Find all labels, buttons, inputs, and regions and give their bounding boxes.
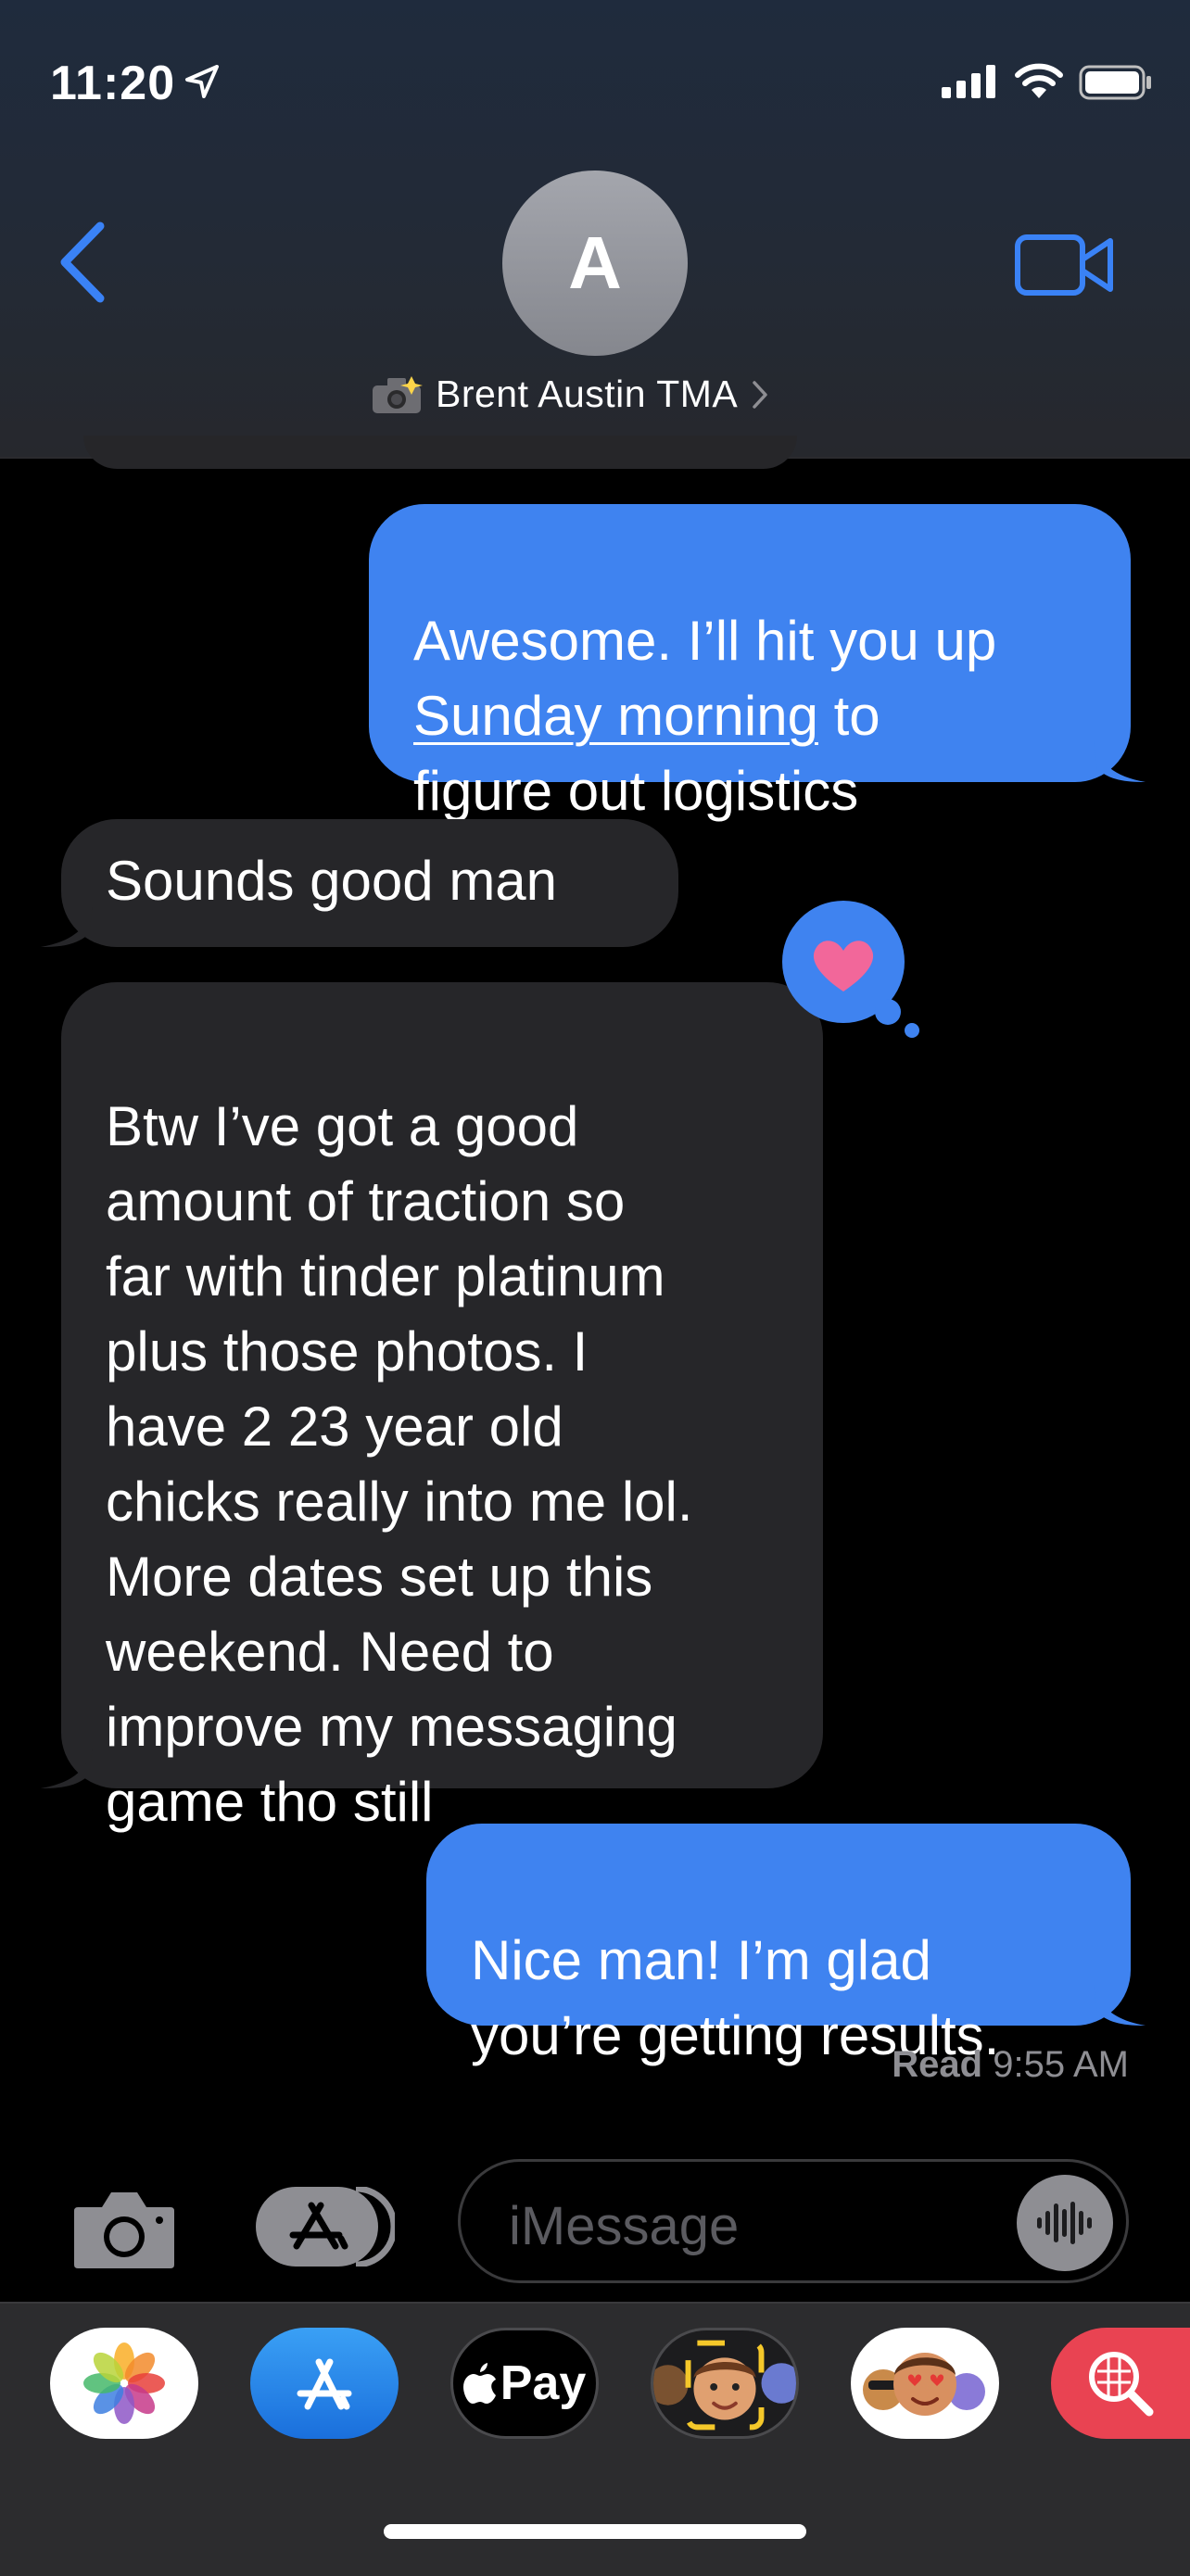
bubble-tail — [1094, 1985, 1146, 2026]
composer-bar: iMessage — [0, 2150, 1190, 2298]
read-time: 9:55 AM — [993, 2044, 1129, 2085]
battery-icon — [1079, 65, 1151, 100]
bubble-tail — [41, 1748, 93, 1788]
image-search-app-icon[interactable] — [1051, 2328, 1190, 2439]
message-input[interactable]: iMessage — [458, 2159, 1129, 2283]
read-label: Read — [892, 2044, 983, 2085]
message-input-placeholder: iMessage — [509, 2196, 740, 2256]
date-link[interactable]: Sunday morning — [413, 685, 818, 747]
camera-flash-emoji-icon — [373, 375, 423, 413]
contact-name: Brent Austin TMA — [436, 373, 739, 415]
photos-app-icon[interactable] — [50, 2328, 198, 2439]
bubble-tail — [41, 906, 93, 947]
location-arrow-icon — [185, 65, 219, 98]
app-store-icon[interactable] — [256, 2187, 395, 2267]
message-bubble-sent[interactable]: Nice man! I’m glad you’re getting result… — [426, 1824, 1131, 2066]
apple-logo-icon — [462, 2363, 496, 2404]
video-camera-icon[interactable] — [1014, 232, 1116, 298]
chevron-right-icon — [753, 380, 768, 409]
cellular-signal-icon — [942, 65, 995, 98]
apple-pay-app-icon[interactable]: Pay — [450, 2328, 599, 2439]
message-bubble-received[interactable]: Btw I’ve got a good amount of traction s… — [61, 982, 823, 1833]
message-text: Awesome. I’ll hit you up — [413, 610, 997, 672]
message-text: Sounds good man — [106, 850, 558, 912]
status-time: 11:20 — [50, 57, 176, 110]
app-store-app-icon[interactable] — [250, 2328, 399, 2439]
camera-icon[interactable] — [70, 2187, 178, 2270]
heart-tapback-icon[interactable] — [779, 901, 927, 1049]
message-text: Btw I’ve got a good amount of traction s… — [106, 1095, 693, 1833]
read-receipt: Read 9:55 AM — [892, 2044, 1129, 2086]
bubble-tail — [1094, 741, 1146, 782]
contact-name-button[interactable]: Brent Austin TMA — [371, 373, 769, 416]
avatar-initial: A — [568, 221, 622, 304]
wifi-icon — [1015, 63, 1063, 98]
message-bubble-received[interactable]: Sounds good man — [61, 819, 678, 947]
contact-avatar[interactable]: A — [502, 170, 688, 356]
apple-pay-label: Pay — [500, 2356, 587, 2410]
message-bubble-sent[interactable]: Awesome. I’ll hit you up Sunday morning … — [369, 504, 1131, 822]
previous-message-edge — [83, 436, 797, 469]
home-indicator[interactable] — [384, 2524, 806, 2539]
memoji-app-icon[interactable] — [651, 2328, 799, 2439]
memoji-stickers-app-icon[interactable] — [851, 2328, 999, 2439]
waveform-icon[interactable] — [1017, 2175, 1113, 2271]
conversation-header: 11:20 A Brent Austin TMA — [0, 0, 1190, 459]
chevron-left-icon[interactable] — [56, 221, 111, 304]
